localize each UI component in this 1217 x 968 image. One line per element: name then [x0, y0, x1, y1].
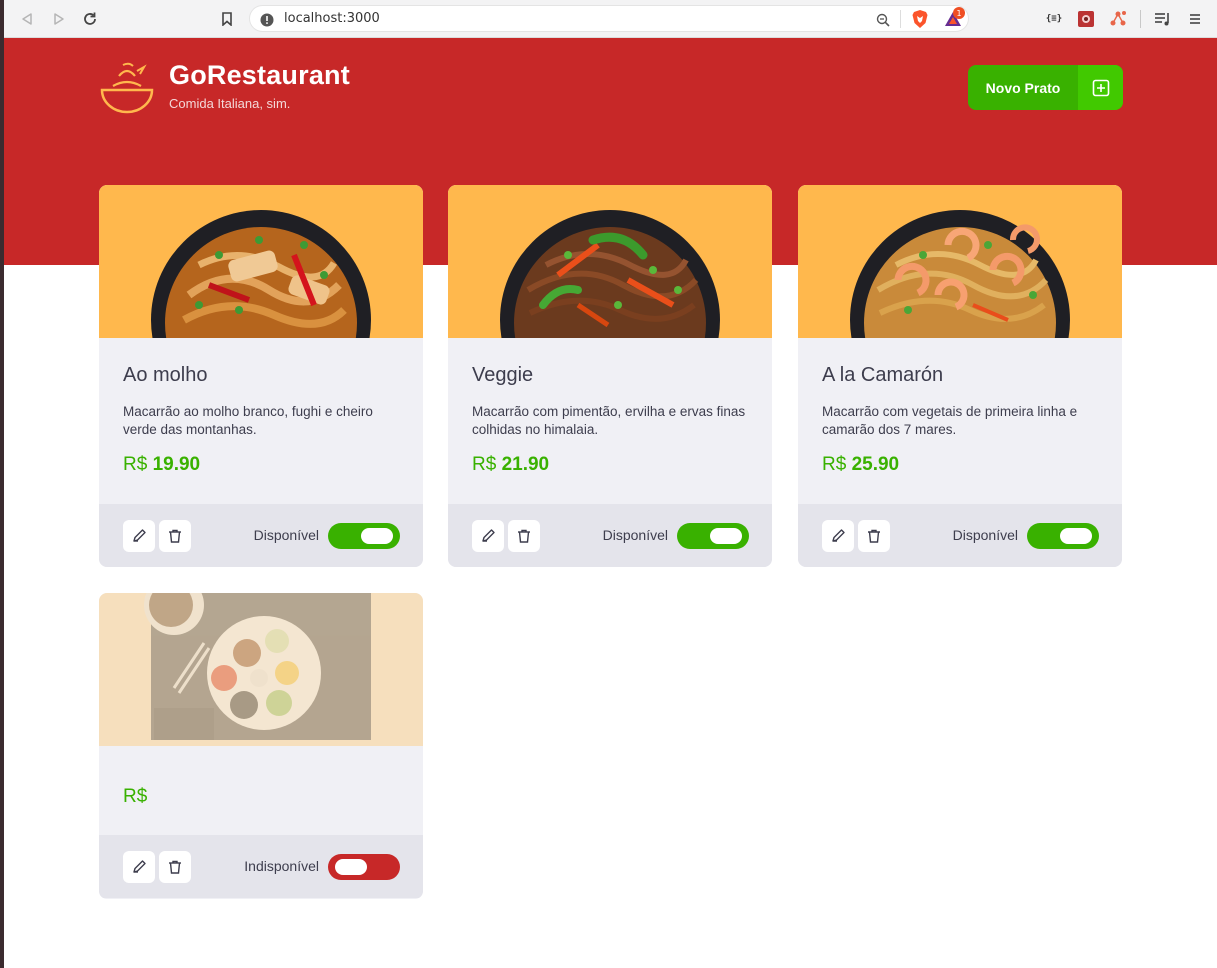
new-dish-button[interactable]: Novo Prato — [968, 65, 1123, 110]
new-dish-label: Novo Prato — [985, 79, 1061, 96]
extension-red-icon[interactable] — [1075, 8, 1097, 30]
food-details: A la Camarón Macarrão com vegetais de pr… — [798, 338, 1122, 504]
price-value: 19.90 — [152, 454, 201, 475]
browser-menu-icon[interactable] — [1184, 8, 1206, 30]
food-details: Veggie Macarrão com pimentão, ervilha e … — [448, 338, 772, 504]
media-playlist-icon[interactable] — [1152, 8, 1174, 30]
availability-label: Indisponível — [244, 858, 319, 874]
availability-label: Disponível — [602, 527, 668, 543]
food-card: Ao molho Macarrão ao molho branco, fughi… — [99, 185, 423, 567]
price-currency: R$ — [472, 454, 497, 475]
availability-toggle[interactable] — [1027, 523, 1099, 549]
availability-label: Disponível — [952, 527, 1018, 543]
toggle-knob — [335, 859, 367, 875]
url-text: localhost:3000 — [284, 11, 380, 26]
toggle-knob — [361, 528, 393, 544]
food-name: Veggie — [472, 364, 534, 386]
trash-icon — [169, 860, 181, 874]
trash-icon — [868, 529, 880, 543]
food-details: R$ — [99, 746, 423, 835]
pencil-icon — [832, 529, 845, 542]
food-card: A la Camarón Macarrão com vegetais de pr… — [798, 185, 1122, 567]
edit-food-button[interactable] — [472, 520, 504, 552]
food-actions: Disponível — [99, 504, 423, 567]
react-devtools-icon[interactable] — [1107, 8, 1129, 30]
food-price: R$ — [123, 786, 147, 808]
food-description: Macarrão ao molho branco, fughi e cheiro… — [123, 404, 373, 437]
food-price: R$ 25.90 — [822, 454, 899, 476]
delete-food-button[interactable] — [159, 520, 191, 552]
edit-food-button[interactable] — [123, 851, 155, 883]
pencil-icon — [133, 529, 146, 542]
reload-icon[interactable] — [80, 9, 100, 29]
food-actions: Disponível — [798, 504, 1122, 567]
food-name: Ao molho — [123, 364, 208, 386]
url-divider — [900, 10, 901, 28]
food-image — [448, 185, 772, 338]
browser-toolbar: localhost:3000 1 {≡} — [4, 0, 1217, 38]
food-actions: Disponível — [448, 504, 772, 567]
edit-food-button[interactable] — [123, 520, 155, 552]
food-price: R$ 19.90 — [123, 454, 200, 476]
toggle-knob — [1060, 528, 1092, 544]
brave-shield-icon[interactable] — [911, 9, 929, 33]
pencil-icon — [482, 529, 495, 542]
json-viewer-extension-icon[interactable]: {≡} — [1043, 8, 1065, 30]
price-value: 21.90 — [501, 454, 550, 475]
info-icon[interactable] — [260, 12, 274, 31]
food-details: Ao molho Macarrão ao molho branco, fughi… — [99, 338, 423, 504]
food-image — [99, 185, 423, 338]
price-currency: R$ — [822, 454, 847, 475]
delete-food-button[interactable] — [508, 520, 540, 552]
food-card: Veggie Macarrão com pimentão, ervilha e … — [448, 185, 772, 567]
forward-icon[interactable] — [49, 9, 69, 29]
food-card: R$ Indisponível — [99, 593, 423, 899]
food-description: Macarrão com vegetais de primeira linha … — [822, 404, 1078, 437]
bookmark-icon[interactable] — [217, 9, 237, 29]
trash-icon — [169, 529, 181, 543]
brand-tagline: Comida Italiana, sim. — [169, 96, 291, 111]
bowl-logo-icon — [99, 62, 155, 118]
brand-name: GoRestaurant — [169, 60, 350, 90]
zoom-icon[interactable] — [876, 12, 890, 31]
pencil-icon — [133, 860, 146, 873]
food-image — [798, 185, 1122, 338]
page: localhost:3000 1 {≡} GoRestaurant Comida… — [0, 0, 1217, 968]
food-price: R$ 21.90 — [472, 454, 549, 476]
brave-rewards-icon[interactable]: 1 — [943, 7, 965, 32]
edit-food-button[interactable] — [822, 520, 854, 552]
back-icon[interactable] — [17, 9, 37, 29]
food-actions: Indisponível — [99, 835, 423, 898]
notification-badge: 1 — [953, 7, 965, 19]
availability-toggle[interactable] — [677, 523, 749, 549]
delete-food-button[interactable] — [858, 520, 890, 552]
availability-toggle[interactable] — [328, 523, 400, 549]
delete-food-button[interactable] — [159, 851, 191, 883]
address-bar[interactable]: localhost:3000 1 — [249, 5, 969, 32]
availability-label: Disponível — [253, 527, 319, 543]
availability-toggle[interactable] — [328, 854, 400, 880]
price-currency: R$ — [123, 454, 148, 475]
plus-square-icon — [1078, 65, 1123, 110]
toggle-knob — [710, 528, 742, 544]
food-name: A la Camarón — [822, 364, 944, 386]
price-value: 25.90 — [851, 454, 900, 475]
price-currency: R$ — [123, 786, 148, 807]
food-description: Macarrão com pimentão, ervilha e ervas f… — [472, 404, 746, 437]
food-image — [99, 593, 423, 746]
toolbar-separator — [1140, 10, 1141, 28]
trash-icon — [518, 529, 530, 543]
